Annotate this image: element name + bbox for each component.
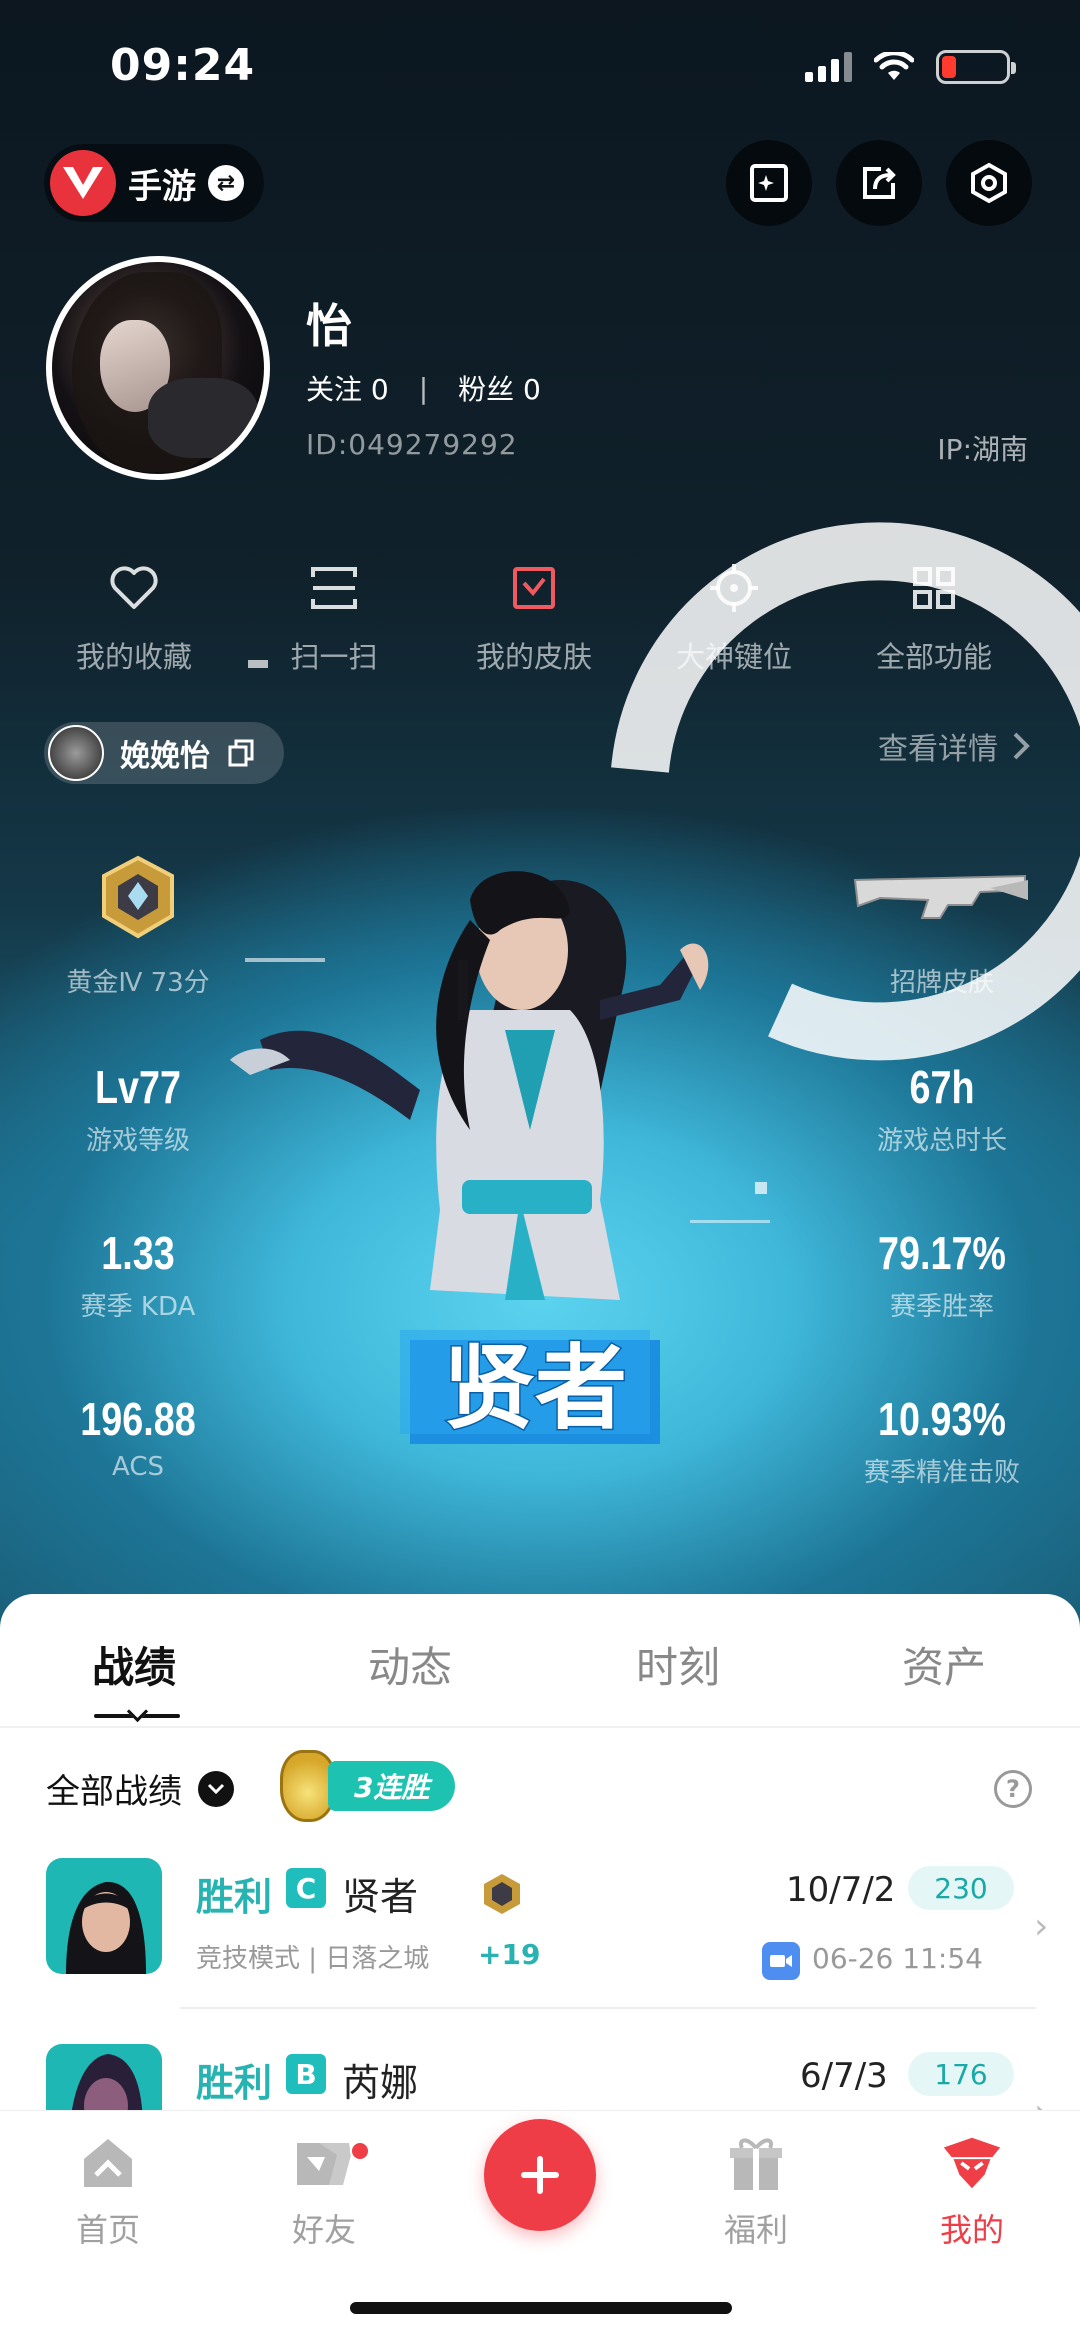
headshot-stat: 10.93% 赛季精准击败 [812, 1392, 1072, 1489]
win-streak-badge: 3连胜 [280, 1746, 456, 1826]
nav-label: 福利 [723, 2211, 788, 2249]
acs-caption: ACS [112, 1452, 164, 1482]
match-result: 胜利 [196, 2061, 273, 2105]
match-row[interactable]: 胜利 C 贤者 竞技模式 | 日落之城 +19 10/7/2 230 06-26… [0, 1858, 1080, 2028]
match-grade: C [286, 1868, 326, 1908]
tab-assets[interactable]: 资产 [902, 1634, 986, 1695]
winrate-stat: 79.17% 赛季胜率 [812, 1226, 1072, 1323]
match-score: 230 [908, 1866, 1014, 1910]
level-stat: Lv77 游戏等级 [8, 1060, 268, 1157]
agent-artwork: 贤者 [102, 522, 1080, 1444]
home-indicator [350, 2302, 732, 2314]
rank-caption: 黄金Ⅳ 73分 [66, 968, 210, 998]
nav-benefits[interactable]: 福利 [686, 2131, 826, 2251]
nav-label: 我的 [939, 2211, 1004, 2249]
match-score: 176 [908, 2052, 1014, 2096]
streak-label: 3连胜 [328, 1761, 456, 1811]
home-icon [76, 2131, 140, 2195]
kda-value: 1.33 [101, 1227, 175, 1279]
nav-home[interactable]: 首页 [38, 2131, 178, 2251]
nav-me[interactable]: 我的 [902, 2131, 1042, 2251]
headshot-value: 10.93% [878, 1393, 1006, 1445]
match-kda: 6/7/3 [800, 2056, 888, 2096]
tab-feed[interactable]: 动态 [368, 1634, 452, 1695]
acs-value: 196.88 [80, 1393, 196, 1445]
me-icon [940, 2131, 1004, 2195]
match-grade: B [286, 2054, 326, 2094]
agent-portrait [46, 1858, 162, 1974]
rank-badge-icon [102, 855, 174, 939]
tab-moments[interactable]: 时刻 [636, 1634, 720, 1695]
headshot-caption: 赛季精准击败 [863, 1458, 1020, 1488]
nav-label: 好友 [291, 2211, 356, 2249]
match-result: 胜利 [196, 1875, 273, 1919]
match-time: 06-26 11:54 [812, 1942, 983, 1975]
rank-icon [484, 1874, 520, 1914]
kda-stat: 1.33 赛季 KDA [8, 1226, 268, 1323]
rifle-skin-icon [853, 874, 1028, 919]
level-caption: 游戏等级 [85, 1126, 190, 1156]
acs-stat: 196.88 ACS [8, 1392, 268, 1482]
filter-label: 全部战绩 [46, 1772, 182, 1812]
winrate-caption: 赛季胜率 [889, 1292, 994, 1322]
match-agent: 贤者 [342, 1875, 419, 1919]
nav-friends[interactable]: 好友 [254, 2131, 394, 2251]
kda-caption: 赛季 KDA [80, 1292, 196, 1322]
notification-dot [350, 2141, 370, 2161]
playtime-value: 67h [909, 1061, 975, 1113]
chevron-right-icon: › [1034, 1906, 1049, 1947]
profile-hero: 09:24 手游 ⇄ 怡 关注 0 | 粉丝 0 ID:049279292 IP… [0, 0, 1080, 1640]
level-value: Lv77 [95, 1061, 181, 1113]
create-post-button[interactable] [484, 2119, 596, 2231]
winrate-value: 79.17% [878, 1227, 1006, 1279]
divider [0, 1726, 1080, 1728]
playtime-caption: 游戏总时长 [876, 1126, 1007, 1156]
match-kda: 10/7/2 [786, 1870, 896, 1910]
gift-icon [724, 2131, 788, 2195]
tab-records[interactable]: 战绩 [92, 1634, 176, 1695]
records-filter[interactable]: 全部战绩 [46, 1764, 234, 1813]
friends-icon [292, 2131, 356, 2195]
tab-bar: 战绩 动态 时刻 资产 [0, 1634, 1080, 1718]
chevron-down-icon [198, 1770, 234, 1807]
help-icon[interactable]: ? [994, 1770, 1032, 1808]
plus-icon [521, 2156, 559, 2194]
match-agent: 芮娜 [342, 2061, 419, 2105]
match-rank-delta: +19 [478, 1938, 541, 1971]
skin-stat: 招牌皮肤 [812, 956, 1072, 999]
match-mode: 竞技模式 | 日落之城 [196, 1944, 430, 1974]
tab-indicator [94, 1714, 180, 1718]
rank-stat: 黄金Ⅳ 73分 [8, 956, 268, 999]
playtime-stat: 67h 游戏总时长 [812, 1060, 1072, 1157]
agent-name-title: 贤者 [443, 1335, 627, 1442]
video-icon[interactable] [762, 1942, 800, 1980]
divider [180, 2007, 1036, 2009]
skin-caption: 招牌皮肤 [889, 968, 994, 998]
nav-label: 首页 [75, 2211, 140, 2249]
